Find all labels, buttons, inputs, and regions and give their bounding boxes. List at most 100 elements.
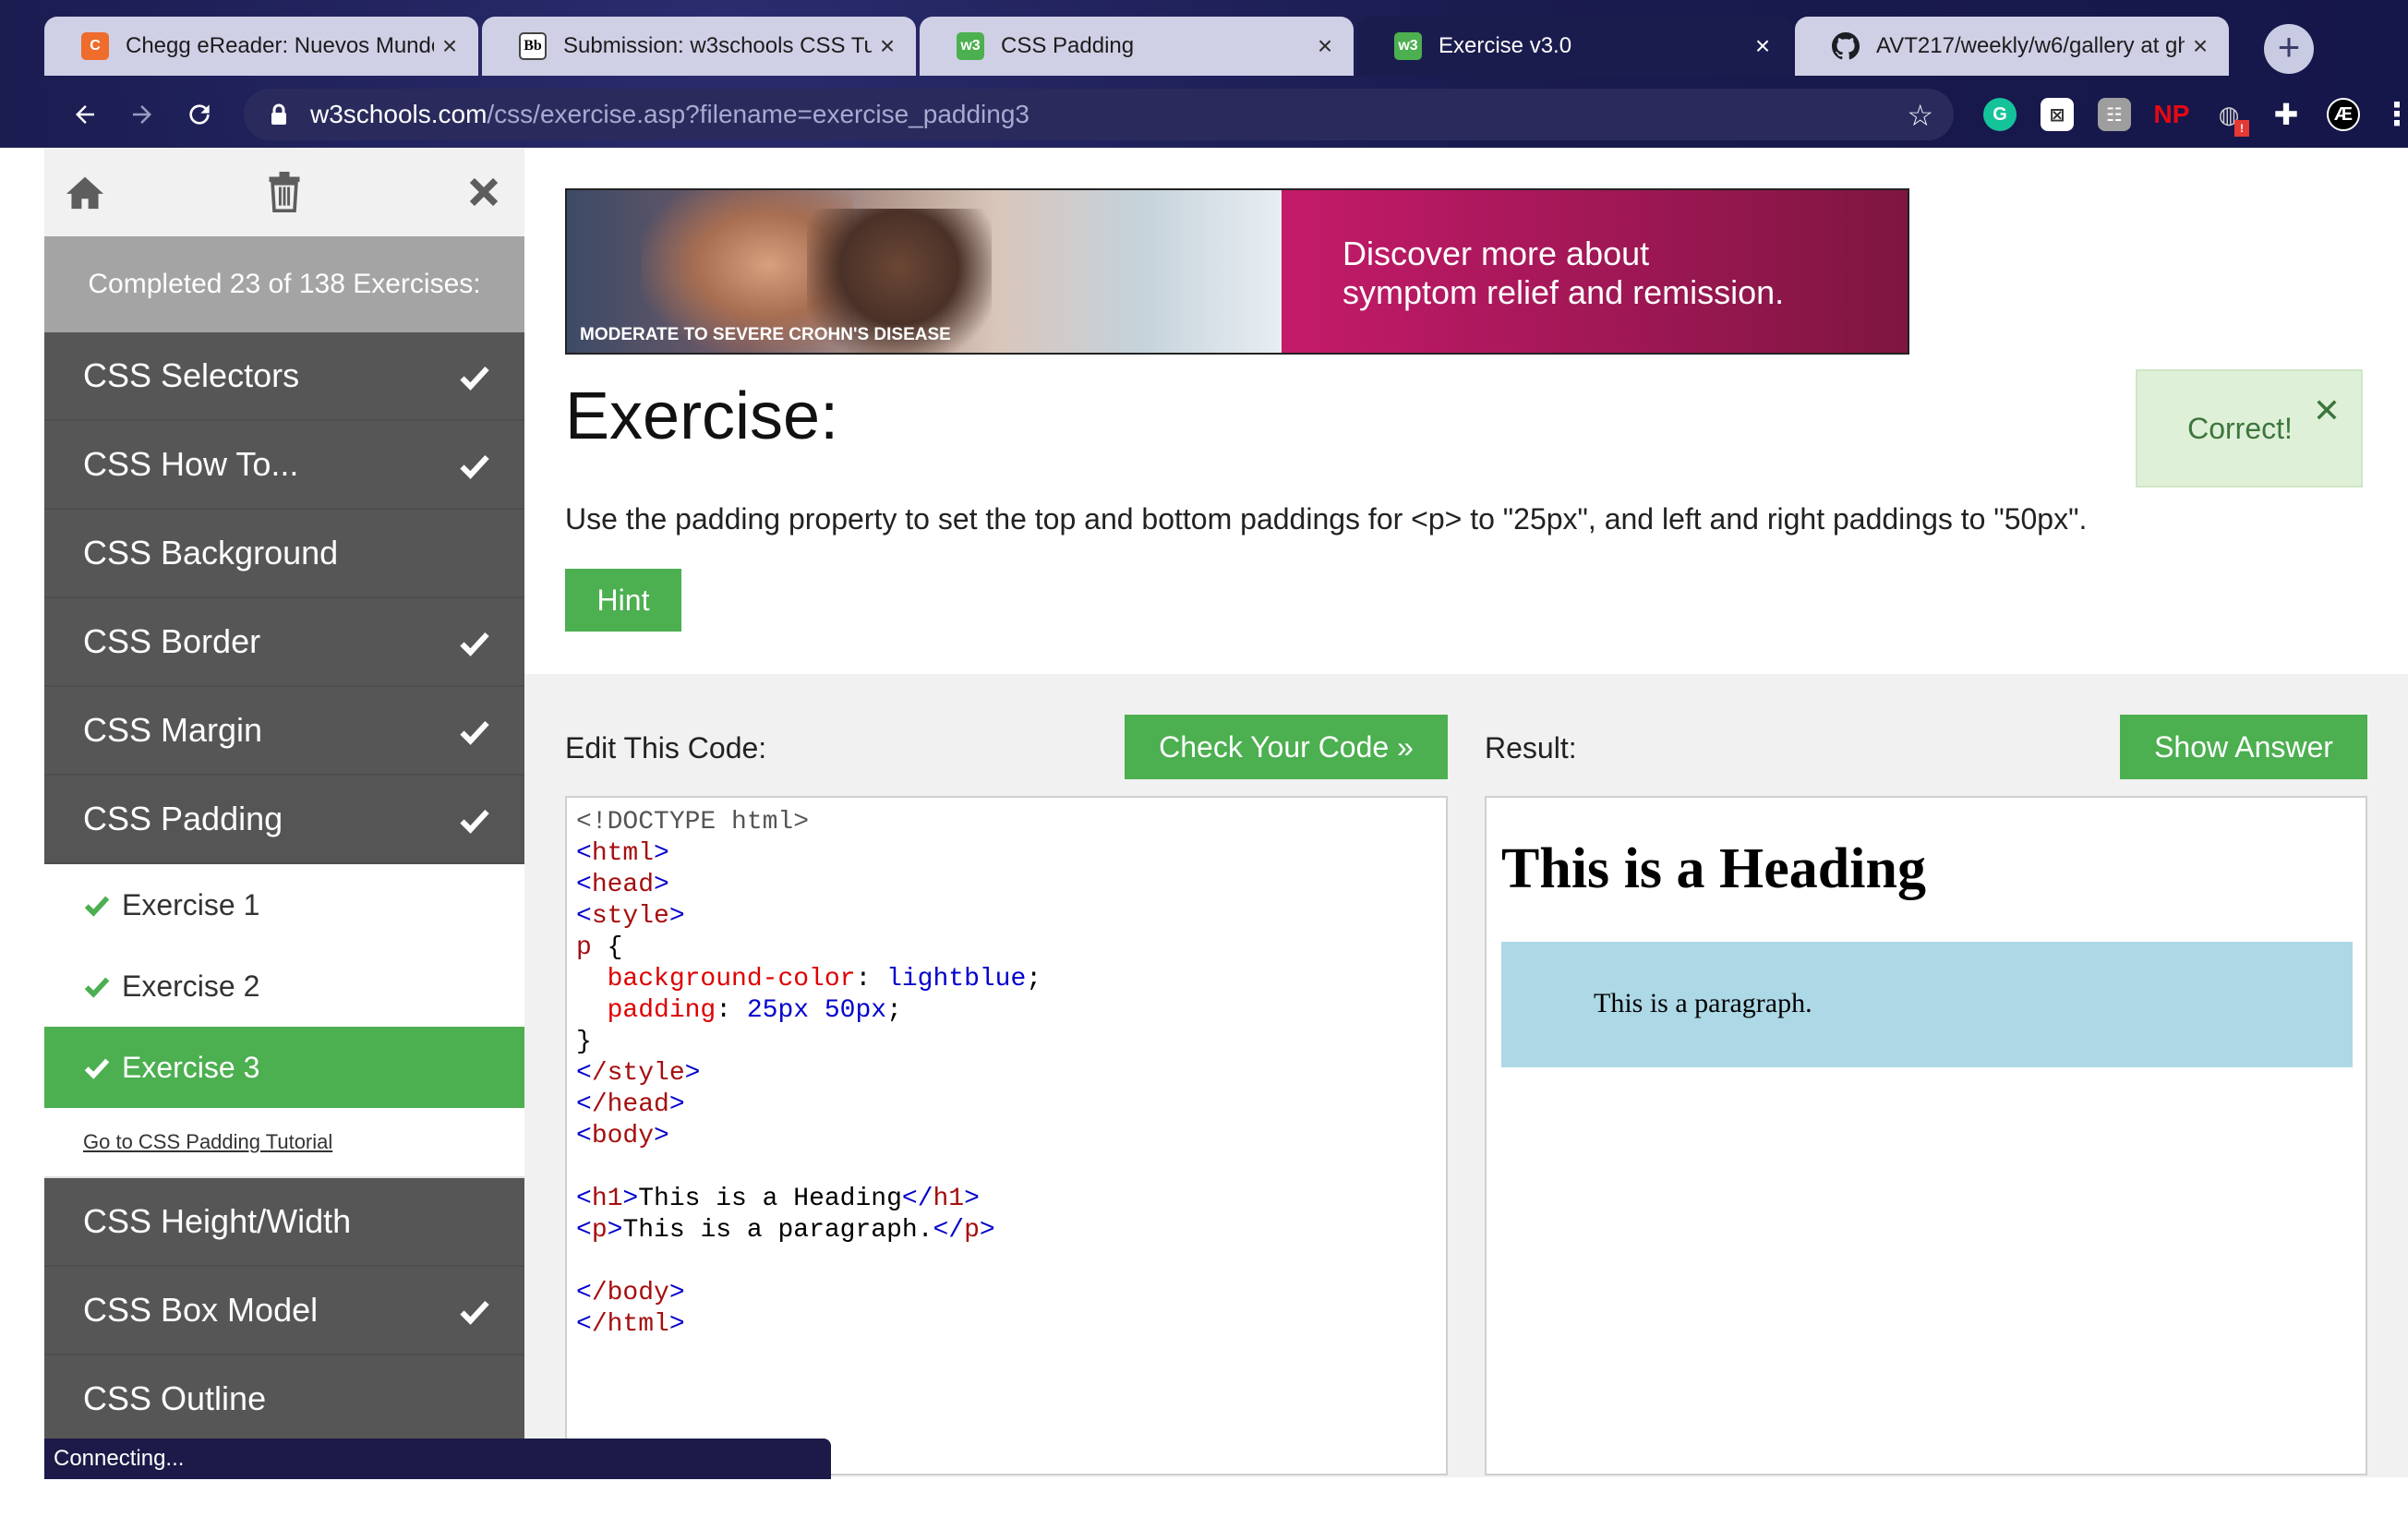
menu-kebab-icon[interactable]: ⋮ xyxy=(2380,97,2408,132)
checkmark-icon xyxy=(84,896,110,917)
close-icon[interactable]: × xyxy=(434,30,465,62)
sidebar-item-css-border[interactable]: CSS Border xyxy=(44,598,524,687)
sub-item-label: Exercise 1 xyxy=(122,887,260,921)
sub-item-label: Exercise 3 xyxy=(122,1050,260,1084)
sidebar-item-label: CSS Margin xyxy=(83,711,263,749)
checkmark-icon xyxy=(84,977,110,998)
checkmark-icon xyxy=(460,632,489,656)
sidebar-item-css-outline[interactable]: CSS Outline xyxy=(44,1355,524,1444)
tab-blackboard[interactable]: Bb Submission: w3schools CSS Tutorial × xyxy=(482,17,916,76)
show-answer-button[interactable]: Show Answer xyxy=(2120,715,2367,779)
forward-arrow-icon[interactable] xyxy=(120,92,164,137)
home-icon[interactable] xyxy=(63,170,107,214)
extensions-puzzle-icon[interactable]: ✚ xyxy=(2270,98,2303,131)
result-label: Result: xyxy=(1485,731,1577,764)
exercise-workspace: Edit This Code: Check Your Code » Result… xyxy=(524,674,2408,1477)
tab-strip: C Chegg eReader: Nuevos Mundos × Bb Subm… xyxy=(44,17,2408,76)
bookmark-star-icon[interactable]: ☆ xyxy=(1907,98,1933,133)
w3schools-icon: w3 xyxy=(1394,32,1422,60)
result-heading: This is a Heading xyxy=(1501,837,1926,900)
tab-title: Submission: w3schools CSS Tutorial xyxy=(563,33,872,58)
netflix-party-icon[interactable]: NP xyxy=(2154,98,2190,131)
sidebar-item-css-height-width[interactable]: CSS Height/Width xyxy=(44,1178,524,1267)
code-tag: /head xyxy=(591,1090,669,1119)
tab-css-padding[interactable]: w3 CSS Padding × xyxy=(920,17,1354,76)
close-icon[interactable]: × xyxy=(2185,30,2216,62)
chegg-icon: C xyxy=(81,32,109,60)
sub-item-exercise-3[interactable]: Exercise 3 xyxy=(44,1027,524,1108)
exercise-sidebar: Completed 23 of 138 Exercises: CSS Selec… xyxy=(44,148,524,1529)
correct-alert: Correct! ✕ xyxy=(2136,369,2363,488)
tab-title: CSS Padding xyxy=(1001,33,1135,58)
code-tag: /html xyxy=(591,1310,669,1339)
extension-icon-2[interactable]: ⊠ xyxy=(2041,98,2074,131)
code-h1-text: This is a Heading xyxy=(638,1185,902,1213)
close-icon[interactable]: × xyxy=(872,30,903,62)
sidebar-item-label: CSS Selectors xyxy=(83,356,300,394)
reload-icon[interactable] xyxy=(177,92,222,137)
close-icon[interactable]: × xyxy=(1309,30,1341,62)
tutorial-link[interactable]: Go to CSS Padding Tutorial xyxy=(44,1108,524,1178)
sidebar-item-css-selectors[interactable]: CSS Selectors xyxy=(44,332,524,421)
url-host: w3schools.com xyxy=(310,100,488,128)
close-icon[interactable]: ✕ xyxy=(2313,391,2341,430)
code-tag: /style xyxy=(591,1059,685,1088)
w3schools-icon: w3 xyxy=(957,32,984,60)
grammarly-icon[interactable]: G xyxy=(1983,98,2017,131)
page-bottom xyxy=(0,1479,2408,1529)
sub-item-label: Exercise 2 xyxy=(122,969,260,1003)
sub-item-exercise-2[interactable]: Exercise 2 xyxy=(44,945,524,1027)
checkmark-icon xyxy=(84,1058,110,1079)
extension-icon-3[interactable]: ☷ xyxy=(2098,98,2131,131)
status-bar: Connecting... xyxy=(44,1439,831,1479)
sub-item-exercise-1[interactable]: Exercise 1 xyxy=(44,864,524,945)
progress-text: Completed 23 of 138 Exercises: xyxy=(44,236,524,332)
browser-toolbar: w3schools.com/css/exercise.asp?filename=… xyxy=(44,85,2408,144)
ad-photo: MODERATE TO SEVERE CROHN'S DISEASE xyxy=(567,190,1282,353)
code-value: lightblue xyxy=(886,965,1027,993)
sidebar-item-css-box-model[interactable]: CSS Box Model xyxy=(44,1267,524,1355)
code-selector: p xyxy=(576,933,592,962)
correct-text: Correct! xyxy=(2187,411,2293,445)
tab-github[interactable]: AVT217/weekly/w6/gallery at gh-pages × xyxy=(1795,17,2229,76)
sidebar-item-label: CSS Border xyxy=(83,622,261,660)
address-bar[interactable]: w3schools.com/css/exercise.asp?filename=… xyxy=(244,89,1954,140)
close-icon[interactable]: × xyxy=(1747,30,1778,62)
result-paragraph: This is a paragraph. xyxy=(1501,942,2353,1067)
profile-icon[interactable]: Æ xyxy=(2327,98,2360,131)
sidebar-item-label: CSS How To... xyxy=(83,445,299,483)
back-arrow-icon[interactable] xyxy=(63,92,107,137)
extension-icon-5[interactable]: ◍! xyxy=(2212,98,2249,137)
checkmark-icon xyxy=(460,809,489,834)
tab-title: AVT217/weekly/w6/gallery at gh-pages xyxy=(1876,33,2185,58)
exercise-header-area: MODERATE TO SEVERE CROHN'S DISEASE Disco… xyxy=(524,148,2408,674)
code-tag: style xyxy=(591,902,669,931)
code-tag: head xyxy=(591,871,655,899)
sidebar-item-css-padding[interactable]: CSS Padding xyxy=(44,776,524,864)
sidebar-item-css-margin[interactable]: CSS Margin xyxy=(44,687,524,776)
url-path: /css/exercise.asp?filename=exercise_padd… xyxy=(487,100,1029,128)
trash-icon[interactable] xyxy=(262,170,307,214)
code-property: background-color xyxy=(607,965,856,993)
close-icon[interactable] xyxy=(462,170,506,214)
check-code-button[interactable]: Check Your Code » xyxy=(1125,715,1448,779)
sidebar-item-css-background[interactable]: CSS Background xyxy=(44,510,524,598)
sidebar-item-label: CSS Box Model xyxy=(83,1291,319,1329)
sidebar-item-label: CSS Background xyxy=(83,534,339,572)
sidebar-toolbar xyxy=(44,148,524,236)
code-value: 25px 50px xyxy=(746,996,887,1025)
advertisement-banner[interactable]: MODERATE TO SEVERE CROHN'S DISEASE Disco… xyxy=(565,188,1909,355)
code-property: padding xyxy=(607,996,716,1025)
code-editor[interactable]: <!DOCTYPE html> <html> <head> <style> p … xyxy=(565,796,1448,1475)
tab-chegg[interactable]: C Chegg eReader: Nuevos Mundos × xyxy=(44,17,478,76)
edit-code-label: Edit This Code: xyxy=(565,731,767,764)
hint-button[interactable]: Hint xyxy=(565,569,681,632)
browser-chrome: C Chegg eReader: Nuevos Mundos × Bb Subm… xyxy=(0,0,2408,148)
code-tag: html xyxy=(591,839,655,868)
code-doctype: <!DOCTYPE html> xyxy=(576,808,810,837)
blackboard-icon: Bb xyxy=(519,32,547,60)
sidebar-item-css-how-to[interactable]: CSS How To... xyxy=(44,421,524,510)
checkmark-icon xyxy=(460,720,489,745)
new-tab-button[interactable]: + xyxy=(2264,24,2314,74)
tab-exercise[interactable]: w3 Exercise v3.0 × xyxy=(1357,17,1791,76)
